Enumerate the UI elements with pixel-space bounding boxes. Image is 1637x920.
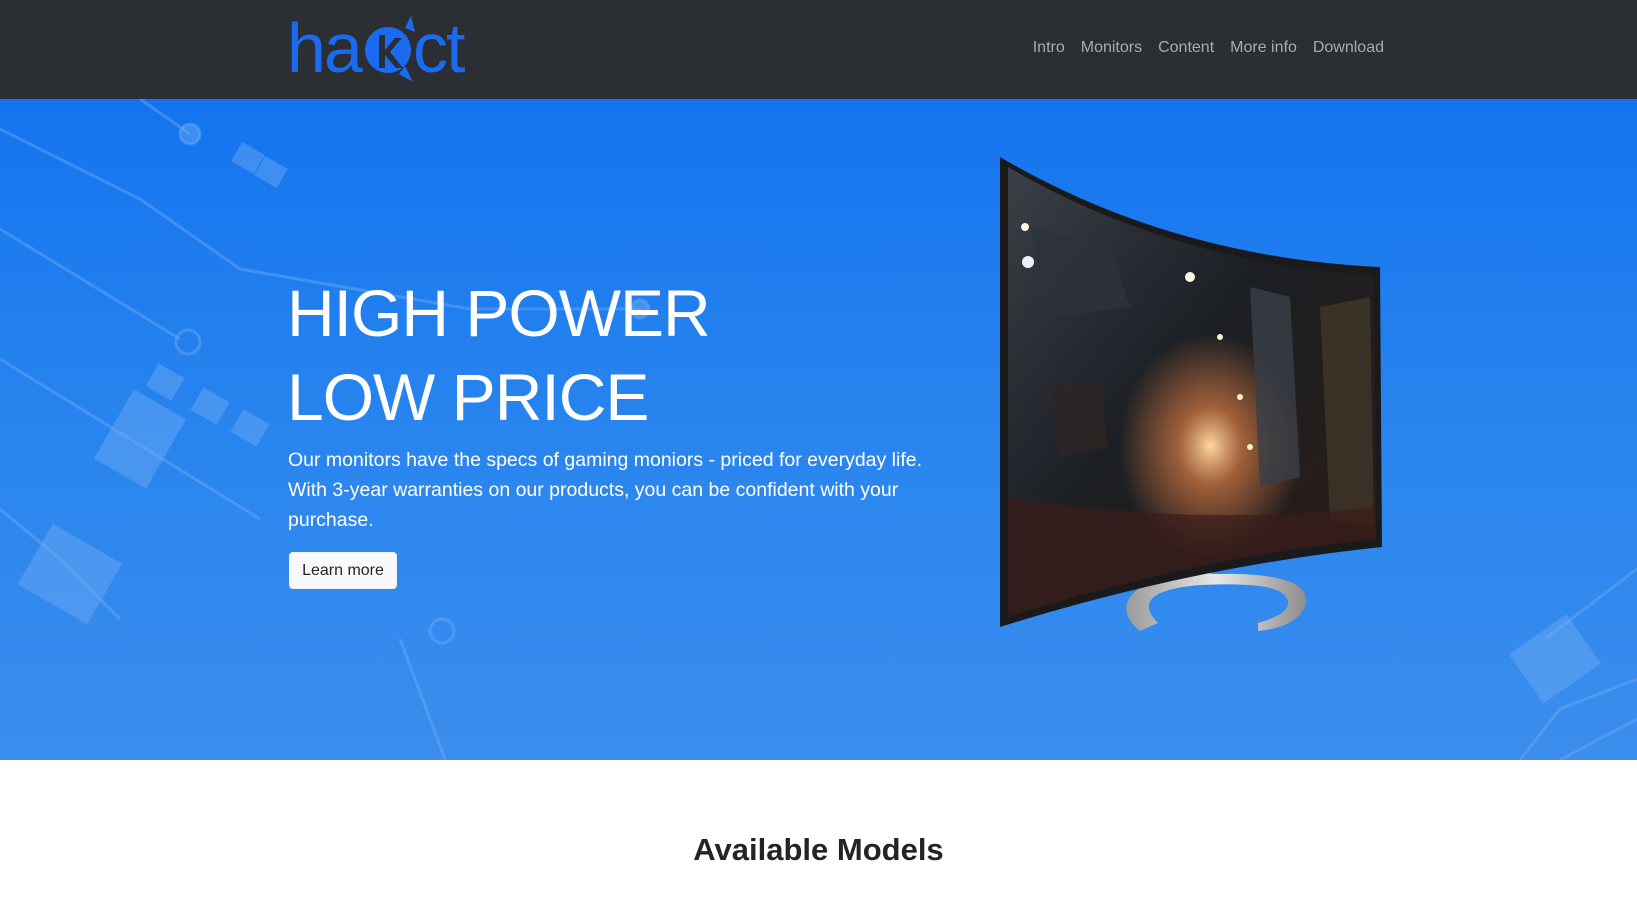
nav-link-monitors[interactable]: Monitors (1073, 36, 1150, 60)
nav-link-intro[interactable]: Intro (1025, 36, 1073, 60)
hakct-logo-icon: ha ct (287, 9, 467, 87)
learn-more-button[interactable]: Learn more (289, 552, 397, 589)
curved-monitor-image (1000, 157, 1382, 631)
hero-title-line-2: LOW PRICE (287, 360, 649, 434)
available-models-heading: Available Models (693, 832, 944, 867)
hero-title: HIGH POWER LOW PRICE (287, 271, 711, 439)
hero-title-line-1: HIGH POWER (287, 276, 711, 350)
top-navbar: ha ct Intro Monitors Content More info D… (0, 0, 1637, 99)
brand-logo[interactable]: ha ct (287, 8, 497, 88)
nav-link-content[interactable]: Content (1150, 36, 1222, 60)
nav-link-more-info[interactable]: More info (1222, 36, 1305, 60)
nav-link-download[interactable]: Download (1305, 36, 1392, 60)
hero-section: HIGH POWER LOW PRICE Our monitors have t… (0, 99, 1637, 760)
nav-links: Intro Monitors Content More info Downloa… (1025, 36, 1392, 60)
svg-text:ha: ha (287, 9, 363, 87)
hero-description: Our monitors have the specs of gaming mo… (288, 449, 923, 531)
svg-text:ct: ct (413, 9, 465, 87)
